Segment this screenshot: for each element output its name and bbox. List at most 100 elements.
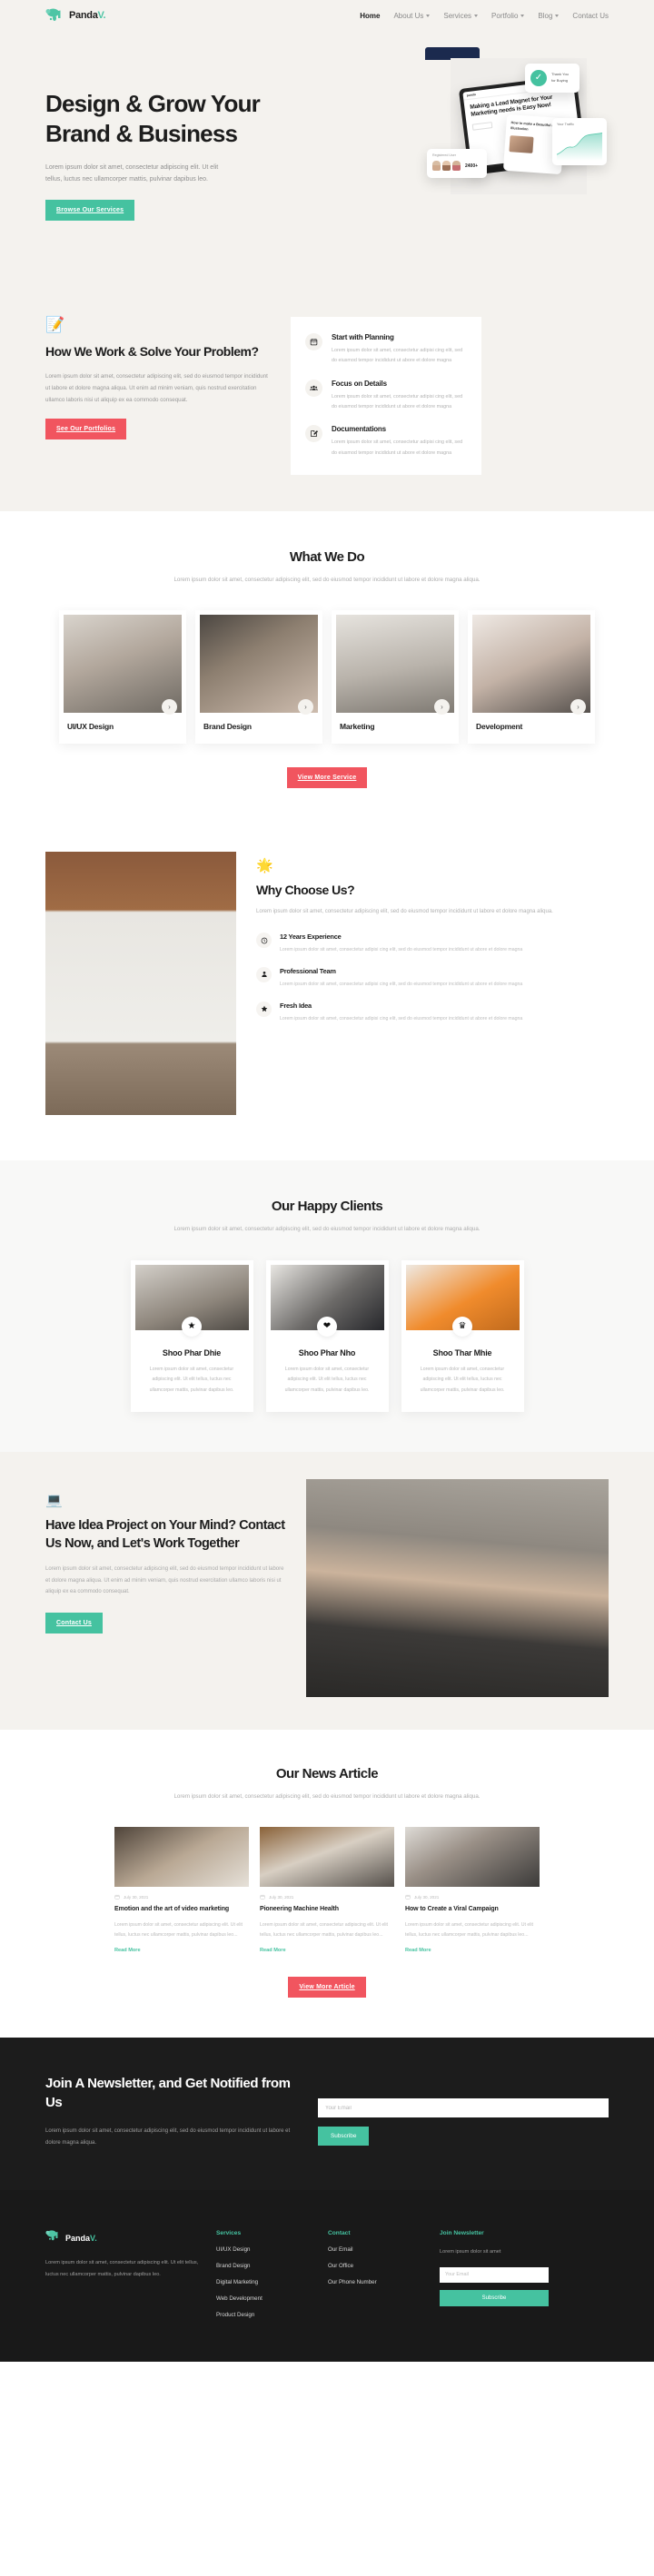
- client-quote: Lorem ipsum dolor sit amet, consectetur …: [420, 1366, 505, 1393]
- client-card: ★ Shoo Phar Dhie Lorem ipsum dolor sit a…: [130, 1259, 253, 1412]
- site-footer: PandaV. Lorem ipsum dolor sit amet, cons…: [0, 2190, 654, 2363]
- star-emoji-icon: 🌟: [256, 858, 273, 874]
- view-more-article-button[interactable]: View More Article: [288, 1976, 366, 1998]
- why-item-body: Lorem ipsum dolor sit amet, consectetur …: [280, 981, 523, 987]
- read-more-link[interactable]: Read More: [405, 1948, 540, 1953]
- star-icon: ★: [182, 1316, 202, 1337]
- footer-link-our-phone-number[interactable]: Our Phone Number: [328, 2279, 423, 2285]
- news-card: July 30, 2021 How to Create a Viral Camp…: [405, 1827, 540, 1953]
- why-item-fresh-idea: Fresh Idea Lorem ipsum dolor sit amet, c…: [256, 1001, 609, 1024]
- nav-item-home[interactable]: Home: [360, 12, 380, 20]
- service-card-grid: › UI/UX Design › Brand Design › Marketin…: [0, 610, 654, 745]
- newsletter-email-input[interactable]: [318, 2098, 609, 2118]
- client-name: Shoo Phar Nho: [298, 1347, 356, 1357]
- people-icon: [305, 379, 322, 397]
- calendar-icon: [260, 1895, 265, 1900]
- happy-clients-subtitle: Lorem ipsum dolor sit amet, consectetur …: [173, 1226, 481, 1233]
- footer-link-web-development[interactable]: Web Development: [216, 2295, 312, 2302]
- service-card[interactable]: › Marketing: [332, 610, 459, 745]
- see-portfolios-button[interactable]: See Our Portfolios: [45, 419, 127, 440]
- news-headline[interactable]: How to Create a Viral Campaign: [405, 1905, 540, 1915]
- user-icon: [256, 966, 272, 982]
- service-name: Brand Design: [203, 722, 252, 732]
- site-header: PandaV. Home About Us Services Portfolio…: [0, 0, 654, 31]
- chevron-down-icon: [474, 14, 479, 17]
- footer-link-our-email[interactable]: Our Email: [328, 2246, 423, 2253]
- service-card[interactable]: › Development: [468, 610, 595, 745]
- brand-logo[interactable]: PandaV.: [45, 8, 106, 23]
- nav-item-services[interactable]: Services: [443, 12, 479, 20]
- footer-logo[interactable]: PandaV.: [45, 2230, 200, 2246]
- chevron-down-icon: [520, 14, 525, 17]
- contact-cta-title: Have Idea Project on Your Mind? Contact …: [45, 1518, 285, 1551]
- news-card: July 30, 2021 Pioneering Machine Health …: [260, 1827, 394, 1953]
- news-headline[interactable]: Emotion and the art of video marketing: [114, 1905, 249, 1915]
- edit-note-icon: [305, 425, 322, 443]
- feature-title: Documentations: [332, 425, 386, 434]
- why-choose-us-list: 12 Years Experience Lorem ipsum dolor si…: [256, 933, 609, 1024]
- client-quote: Lorem ipsum dolor sit amet, consectetur …: [149, 1366, 234, 1393]
- browse-services-button[interactable]: Browse Our Services: [45, 200, 135, 222]
- view-more-service-button[interactable]: View More Service: [286, 767, 368, 789]
- footer-link-digital-marketing[interactable]: Digital Marketing: [216, 2279, 312, 2285]
- footer-contact-column: Contact Our Email Our Office Our Phone N…: [328, 2230, 423, 2318]
- newsletter-subscribe-button[interactable]: Subscribe: [318, 2127, 370, 2147]
- nav-item-blog[interactable]: Blog: [538, 12, 560, 20]
- feature-body: Lorem ipsum dolor sit amet, consectetur …: [332, 439, 463, 456]
- service-name: UI/UX Design: [67, 722, 114, 732]
- footer-link-uiux-design[interactable]: UI/UX Design: [216, 2246, 312, 2253]
- service-card[interactable]: › Brand Design: [195, 610, 322, 745]
- footer-link-our-office[interactable]: Our Office: [328, 2263, 423, 2269]
- service-card[interactable]: › UI/UX Design: [59, 610, 186, 745]
- footer-subscribe-button[interactable]: Subscribe: [440, 2289, 549, 2306]
- happy-clients-section: Our Happy Clients Lorem ipsum dolor sit …: [0, 1160, 654, 1452]
- why-choose-us-title: Why Choose Us?: [256, 883, 355, 898]
- memo-icon: 📝: [45, 316, 65, 334]
- thank-you-card: ✓ Thank You for Buying: [525, 64, 580, 93]
- client-name: Shoo Thar Mhie: [432, 1347, 492, 1357]
- brand-name: PandaV.: [69, 10, 106, 21]
- contact-us-button[interactable]: Contact Us: [45, 1612, 103, 1633]
- footer-services-column: Services UI/UX Design Brand Design Digit…: [216, 2230, 312, 2318]
- footer-email-input[interactable]: [440, 2266, 549, 2283]
- news-card-grid: July 30, 2021 Emotion and the art of vid…: [0, 1827, 654, 1953]
- nav-item-portfolio[interactable]: Portfolio: [491, 12, 525, 20]
- footer-newsletter-body: Lorem ipsum dolor sit amet: [440, 2249, 501, 2255]
- news-headline[interactable]: Pioneering Machine Health: [260, 1905, 394, 1915]
- how-we-work-section: 📝 How We Work & Solve Your Problem? Lore…: [0, 284, 654, 512]
- panda-logo-icon: [45, 8, 65, 23]
- feature-documentations: Documentations Lorem ipsum dolor sit ame…: [305, 425, 467, 459]
- service-image: [200, 615, 318, 714]
- contact-cta-copy: 💻 Have Idea Project on Your Mind? Contac…: [45, 1479, 286, 1697]
- feature-title: Focus on Details: [332, 379, 387, 388]
- mock-logo: panda: [466, 93, 476, 98]
- read-more-link[interactable]: Read More: [114, 1948, 249, 1953]
- thank-you-text: Thank You for Buying: [551, 72, 569, 83]
- page-root: PandaV. Home About Us Services Portfolio…: [0, 0, 654, 2363]
- news-date: July 30, 2021: [114, 1894, 249, 1900]
- footer-brand-name: PandaV.: [65, 2234, 97, 2244]
- newsletter-section: Join A Newsletter, and Get Notified from…: [0, 2037, 654, 2191]
- news-date: July 30, 2021: [405, 1894, 540, 1900]
- service-image: [472, 615, 590, 714]
- footer-link-brand-design[interactable]: Brand Design: [216, 2263, 312, 2269]
- nav-item-about-us[interactable]: About Us: [393, 12, 431, 20]
- panda-logo-icon: [45, 2230, 62, 2246]
- news-card: July 30, 2021 Emotion and the art of vid…: [114, 1827, 249, 1953]
- footer-link-product-design[interactable]: Product Design: [216, 2312, 312, 2318]
- chevron-down-icon: [426, 14, 431, 17]
- what-we-do-cta-wrap: View More Service: [0, 767, 654, 789]
- why-choose-us-image: [45, 852, 236, 1116]
- nav-item-contact-us[interactable]: Contact Us: [572, 12, 609, 20]
- technologist-icon: 💻: [45, 1493, 63, 1508]
- feature-body: Lorem ipsum dolor sit amet, consectetur …: [332, 393, 463, 410]
- feature-body: Lorem ipsum dolor sit amet, consectetur …: [332, 348, 463, 364]
- read-more-link[interactable]: Read More: [260, 1948, 394, 1953]
- heart-icon: ❤: [317, 1316, 337, 1337]
- registered-users-count: 2400+: [465, 163, 479, 169]
- why-item-title: 12 Years Experience: [280, 933, 342, 942]
- mock-cta-button: [471, 122, 493, 132]
- hero-section: Design & Grow Your Brand & Business Lore…: [0, 31, 654, 285]
- client-card: ♛ Shoo Thar Mhie Lorem ipsum dolor sit a…: [401, 1259, 524, 1412]
- contact-cta-body: Lorem ipsum dolor sit amet, consectetur …: [45, 1566, 284, 1595]
